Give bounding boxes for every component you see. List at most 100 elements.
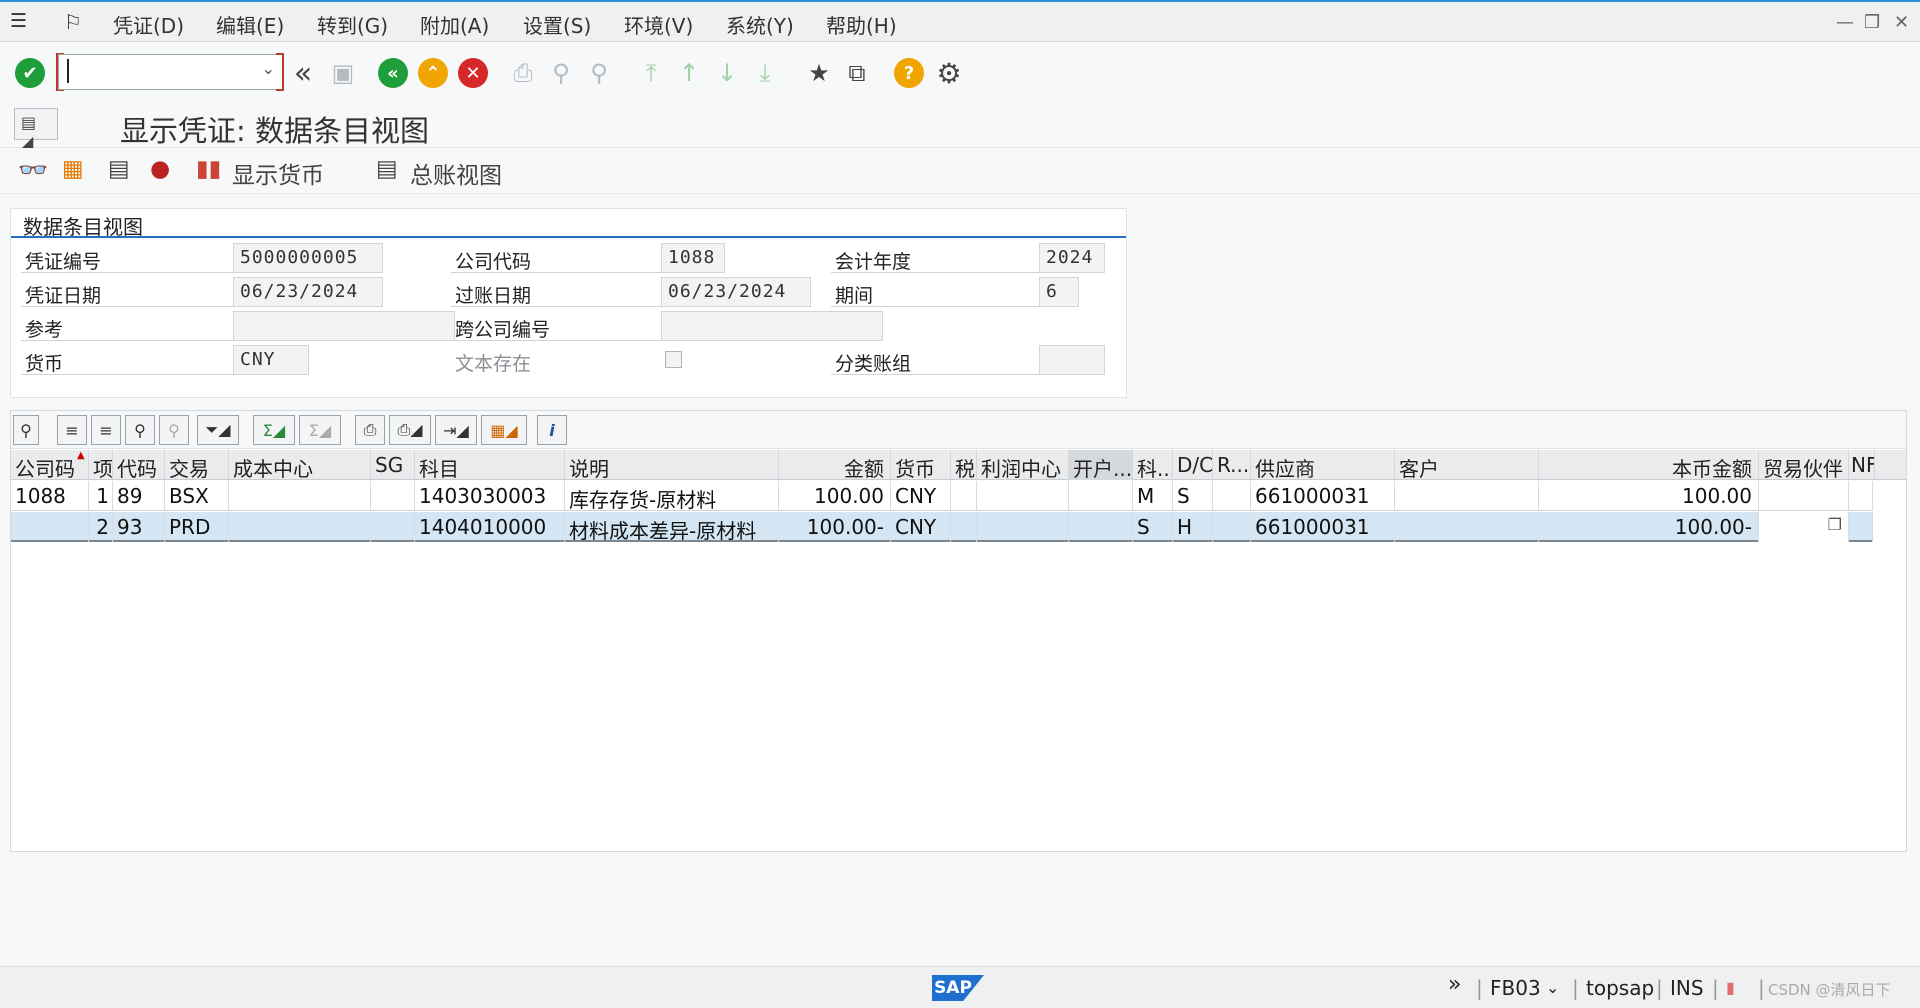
col-customer[interactable]: 客户 (1395, 450, 1539, 480)
cell-item: 1 (89, 481, 113, 511)
menu-help[interactable]: 帮助(H) (826, 10, 897, 39)
print-icon[interactable]: ⎙ (355, 415, 385, 445)
document-search-icon[interactable]: ▤ (108, 156, 130, 182)
reference-label: 参考 (21, 311, 241, 341)
col-nf[interactable]: NF (1849, 450, 1875, 480)
next-page-icon: ↓ (716, 59, 738, 87)
print-preview-icon[interactable]: ⎙◢ (389, 415, 431, 445)
menu-extras[interactable]: 附加(A) (420, 10, 489, 39)
cell-local-amount: 100.00 (1539, 481, 1759, 511)
new-session-icon[interactable]: ★ (804, 58, 834, 88)
col-debit-credit[interactable]: D/C (1173, 450, 1213, 480)
currency-field[interactable]: CNY (233, 345, 309, 375)
col-tax[interactable]: 税 (951, 450, 977, 480)
posting-date-field[interactable]: 06/23/2024 (661, 277, 811, 307)
col-item[interactable]: 项 (89, 450, 113, 480)
enter-check-icon[interactable]: ✔ (15, 58, 45, 88)
col-currency[interactable]: 货币 (891, 450, 951, 480)
details-icon[interactable]: ⚲ (13, 415, 39, 445)
sort-indicator-icon: ▲ (77, 450, 85, 461)
exit-icon[interactable]: ⌃ (418, 58, 448, 88)
menu-document[interactable]: 凭证(D) (113, 10, 184, 39)
col-bank[interactable]: 开户... (1069, 450, 1133, 480)
filter-icon[interactable]: ⏷◢ (197, 415, 239, 445)
col-trading-partner[interactable]: 贸易伙伴 (1759, 450, 1849, 480)
col-posting-key[interactable]: 代码 (113, 450, 165, 480)
cell-item: 2 (89, 512, 113, 542)
value-help-icon[interactable]: ❐ (1828, 515, 1842, 534)
back-icon[interactable]: « (378, 58, 408, 88)
cell-trading-partner[interactable]: ❐ (1759, 512, 1849, 542)
bag-icon[interactable]: ▦ (62, 156, 84, 182)
table-row[interactable]: 1088 1 89 BSX 1403030003 库存存货-原材料 100.00… (11, 481, 1873, 511)
cell-nf (1849, 481, 1873, 511)
col-amount[interactable]: 金额 (779, 450, 891, 480)
company-code-field[interactable]: 1088 (661, 243, 725, 273)
command-field[interactable]: ⌄ (58, 54, 284, 90)
menu-edit[interactable]: 编辑(E) (216, 10, 284, 39)
display-currency-button[interactable]: 显示货币 (232, 156, 324, 190)
col-cost-center[interactable]: 成本中心 (229, 450, 371, 480)
cell-vendor: 661000031 (1251, 512, 1395, 542)
find-next-icon: ⚲ (590, 59, 608, 87)
col-vendor[interactable]: 供应商 (1251, 450, 1395, 480)
close-window-icon[interactable]: ✕ (1894, 12, 1909, 33)
cell-tax (951, 481, 977, 511)
chevron-down-icon[interactable]: ⌄ (262, 59, 275, 78)
ledger-group-field[interactable] (1039, 345, 1105, 375)
cell-sg (371, 512, 415, 542)
hat-icon[interactable]: ● (150, 156, 170, 182)
doc-no-field[interactable]: 5000000005 (233, 243, 383, 273)
sort-ascending-icon[interactable]: ≡ (57, 415, 87, 445)
double-chevron-right-icon[interactable]: » (1448, 972, 1461, 997)
reference-field[interactable] (233, 311, 455, 341)
doc-date-field[interactable]: 06/23/2024 (233, 277, 383, 307)
flag-icon[interactable]: ⚐ (64, 10, 82, 34)
sum-icon[interactable]: Σ ◢ (253, 415, 295, 445)
shortcut-icon[interactable]: ⧉ (842, 58, 872, 88)
col-sg[interactable]: SG (371, 450, 415, 480)
col-r[interactable]: R... (1213, 450, 1251, 480)
gear-icon[interactable]: ⚙ (934, 57, 964, 90)
minimize-icon[interactable]: — (1836, 12, 1854, 33)
cross-cc-field[interactable] (661, 311, 883, 341)
cell-debit-credit: S (1173, 481, 1213, 511)
col-account-type[interactable]: 科... (1133, 450, 1173, 480)
ledger-icon[interactable]: ▤ (376, 156, 398, 182)
print-icon: ⎙ (513, 59, 533, 87)
find-icon[interactable]: ⚲ (125, 415, 155, 445)
col-account[interactable]: 科目 (415, 450, 565, 480)
currency-label: 货币 (21, 345, 241, 375)
help-icon[interactable]: ? (894, 58, 924, 88)
double-chevron-left-icon[interactable]: « (288, 56, 318, 91)
col-transaction[interactable]: 交易 (165, 450, 229, 480)
doc-date-label: 凭证日期 (21, 277, 241, 307)
period-field[interactable]: 6 (1039, 277, 1079, 307)
currency-icon[interactable]: ▮▮ (196, 156, 221, 182)
cell-r (1213, 512, 1251, 542)
menu-environment[interactable]: 环境(V) (624, 10, 693, 39)
menu-system[interactable]: 系统(Y) (726, 10, 794, 39)
cell-customer (1395, 512, 1539, 542)
restore-icon[interactable]: ❐ (1864, 12, 1880, 33)
chevron-down-icon[interactable]: ⌄ (1546, 978, 1559, 997)
sap-logo: SAP (932, 975, 984, 1001)
menu-toggle-icon[interactable]: ▤ ◢ (14, 108, 58, 151)
fiscal-year-field[interactable]: 2024 (1039, 243, 1105, 273)
info-icon[interactable]: i (537, 415, 567, 445)
cancel-icon[interactable]: ✕ (458, 58, 488, 88)
export-icon[interactable]: ⇥◢ (435, 415, 477, 445)
col-profit-center[interactable]: 利润中心 (977, 450, 1069, 480)
menu-settings[interactable]: 设置(S) (523, 10, 591, 39)
glasses-icon[interactable]: 👓 (18, 156, 48, 184)
gl-view-button[interactable]: 总账视图 (410, 156, 502, 190)
menu-goto[interactable]: 转到(G) (317, 10, 388, 39)
cell-trading-partner (1759, 481, 1849, 511)
col-text[interactable]: 说明 (565, 450, 779, 480)
sort-descending-icon[interactable]: ≡ (91, 415, 121, 445)
text-exists-checkbox[interactable] (665, 351, 682, 368)
layout-icon[interactable]: ▦◢ (481, 415, 527, 445)
menu-icon[interactable]: ☰ (10, 10, 27, 32)
table-row-selected[interactable]: 2 93 PRD 1404010000 材料成本差异-原材料 100.00- C… (11, 512, 1873, 542)
col-local-amount[interactable]: 本币金额 (1539, 450, 1759, 480)
